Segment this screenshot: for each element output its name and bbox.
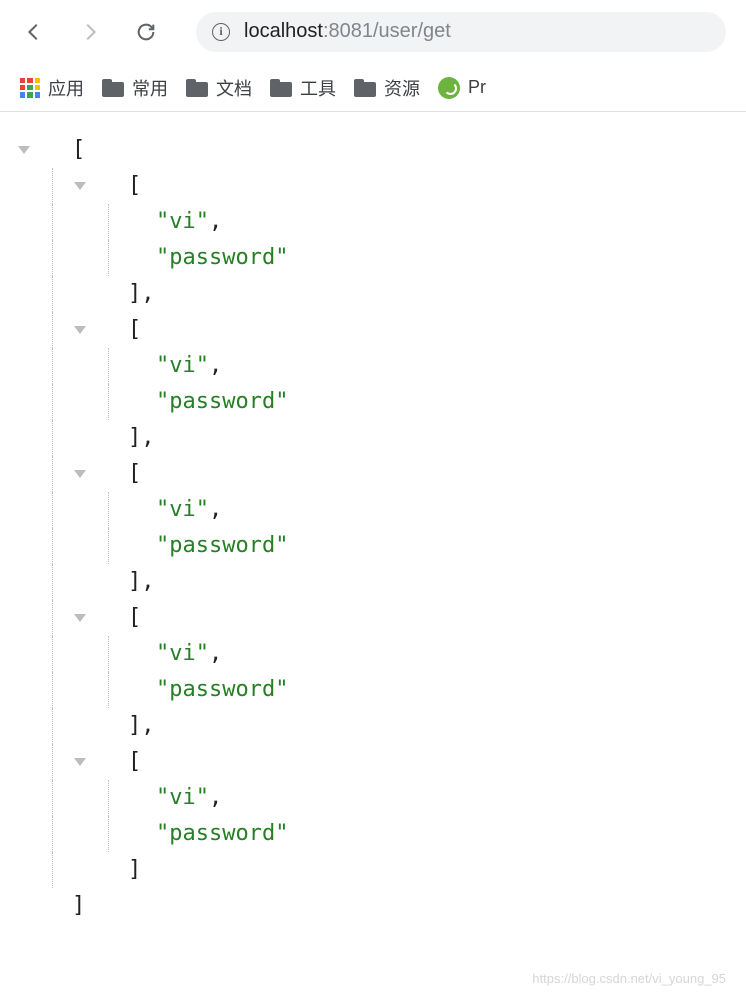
reload-button[interactable]: [132, 18, 160, 46]
bookmark-folder-0[interactable]: 常用: [102, 75, 168, 101]
json-array-open: [: [10, 312, 726, 348]
bookmark-label: 文档: [216, 75, 252, 101]
address-bar[interactable]: i localhost:8081/user/get: [196, 12, 726, 52]
apps-button[interactable]: 应用: [20, 75, 84, 101]
json-string: "vi",: [10, 348, 726, 384]
back-button[interactable]: [20, 18, 48, 46]
url-text[interactable]: localhost:8081/user/get: [244, 20, 451, 43]
json-string: "password": [10, 672, 726, 708]
code-text: "vi",: [150, 492, 222, 528]
bookmark-label: 资源: [384, 75, 420, 101]
code-text: [: [122, 600, 141, 636]
forward-button[interactable]: [76, 18, 104, 46]
json-array-open: [: [10, 168, 726, 204]
code-text: ],: [122, 564, 155, 600]
code-text: "password": [150, 816, 288, 852]
code-text: "password": [150, 672, 288, 708]
code-text: "vi",: [150, 348, 222, 384]
collapse-toggle-icon[interactable]: [74, 182, 86, 190]
site-info-icon[interactable]: i: [212, 23, 230, 41]
code-text: "vi",: [150, 204, 222, 240]
url-host: localhost: [244, 20, 323, 42]
apps-label: 应用: [48, 75, 84, 101]
bookmark-spring[interactable]: Pr: [438, 77, 486, 99]
json-array-close: ],: [10, 420, 726, 456]
collapse-toggle-icon[interactable]: [74, 758, 86, 766]
json-array-close: ]: [10, 888, 726, 924]
code-text: [: [122, 168, 141, 204]
json-string: "password": [10, 816, 726, 852]
watermark: https://blog.csdn.net/vi_young_95: [532, 971, 726, 986]
code-text: ],: [122, 420, 155, 456]
code-text: [: [122, 456, 141, 492]
bookmark-folder-2[interactable]: 工具: [270, 75, 336, 101]
collapse-toggle-icon[interactable]: [18, 146, 30, 154]
folder-icon: [186, 79, 208, 97]
json-string: "password": [10, 384, 726, 420]
json-array-close: ]: [10, 852, 726, 888]
code-text: "vi",: [150, 636, 222, 672]
code-text: ],: [122, 708, 155, 744]
json-string: "vi",: [10, 492, 726, 528]
json-string: "password": [10, 528, 726, 564]
code-text: ],: [122, 276, 155, 312]
code-text: ]: [66, 888, 85, 924]
apps-icon: [20, 78, 40, 98]
bookmarks-bar: 应用 常用 文档 工具 资源 Pr: [0, 64, 746, 112]
json-array-close: ],: [10, 276, 726, 312]
json-array-close: ],: [10, 708, 726, 744]
folder-icon: [354, 79, 376, 97]
json-array-close: ],: [10, 564, 726, 600]
collapse-toggle-icon[interactable]: [74, 326, 86, 334]
bookmark-folder-1[interactable]: 文档: [186, 75, 252, 101]
bookmark-label: 常用: [132, 75, 168, 101]
json-viewer: [["vi","password"],["vi","password"],["v…: [0, 112, 746, 944]
collapse-toggle-icon[interactable]: [74, 614, 86, 622]
code-text: "password": [150, 240, 288, 276]
bookmark-label: 工具: [300, 75, 336, 101]
json-string: "password": [10, 240, 726, 276]
bookmark-label: Pr: [468, 77, 486, 98]
folder-icon: [102, 79, 124, 97]
json-string: "vi",: [10, 780, 726, 816]
code-text: ]: [122, 852, 141, 888]
json-array-open: [: [10, 744, 726, 780]
folder-icon: [270, 79, 292, 97]
browser-toolbar: i localhost:8081/user/get: [0, 0, 746, 64]
spring-icon: [438, 77, 460, 99]
json-array-open: [: [10, 132, 726, 168]
code-text: [: [66, 132, 85, 168]
url-path: :8081/user/get: [323, 20, 451, 42]
collapse-toggle-icon[interactable]: [74, 470, 86, 478]
code-text: "vi",: [150, 780, 222, 816]
bookmark-folder-3[interactable]: 资源: [354, 75, 420, 101]
json-string: "vi",: [10, 204, 726, 240]
code-text: [: [122, 744, 141, 780]
code-text: "password": [150, 528, 288, 564]
code-text: [: [122, 312, 141, 348]
code-text: "password": [150, 384, 288, 420]
json-string: "vi",: [10, 636, 726, 672]
json-array-open: [: [10, 600, 726, 636]
json-array-open: [: [10, 456, 726, 492]
